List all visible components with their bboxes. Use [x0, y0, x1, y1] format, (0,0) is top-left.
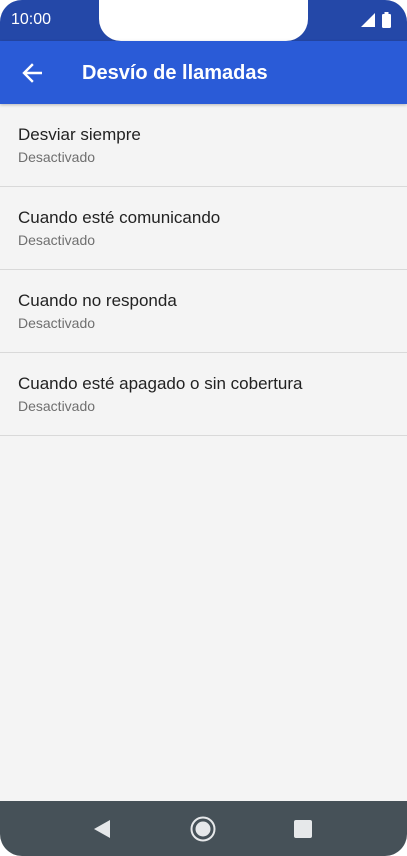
status-bar: 10:00 [0, 0, 407, 41]
item-status: Desactivado [18, 232, 96, 248]
list-item-no-answer[interactable]: Cuando no responda Desactivado [0, 270, 407, 353]
item-status: Desactivado [18, 149, 96, 165]
item-title: Desviar siempre [18, 125, 141, 144]
phone-screen: 10:00 Desvío de llamadas Desviar siempre… [0, 0, 407, 856]
back-button[interactable] [14, 55, 50, 91]
list-item-busy[interactable]: Cuando esté comunicando Desactivado [0, 187, 407, 270]
signal-icon [361, 13, 375, 27]
item-title: Cuando esté apagado o sin cobertura [18, 374, 303, 393]
nav-back-icon [94, 820, 110, 838]
camera-notch [99, 0, 308, 41]
nav-recents-button[interactable] [288, 814, 318, 844]
navigation-bar [0, 801, 407, 856]
nav-home-icon [190, 816, 216, 842]
app-bar: Desvío de llamadas [0, 41, 407, 104]
battery-icon [382, 12, 391, 28]
nav-home-button[interactable] [188, 814, 218, 844]
nav-recents-icon [294, 820, 312, 838]
item-status: Desactivado [18, 315, 96, 331]
nav-back-button[interactable] [87, 814, 117, 844]
back-arrow-icon [22, 63, 42, 83]
page-title: Desvío de llamadas [82, 62, 268, 84]
item-status: Desactivado [18, 398, 96, 414]
status-time: 10:00 [11, 11, 52, 28]
item-title: Cuando no responda [18, 291, 177, 310]
list-item-unreachable[interactable]: Cuando esté apagado o sin cobertura Desa… [0, 353, 407, 436]
list-item-always[interactable]: Desviar siempre Desactivado [0, 104, 407, 187]
status-icons [361, 12, 391, 28]
call-forwarding-list: Desviar siempre Desactivado Cuando esté … [0, 104, 407, 436]
item-title: Cuando esté comunicando [18, 208, 221, 227]
